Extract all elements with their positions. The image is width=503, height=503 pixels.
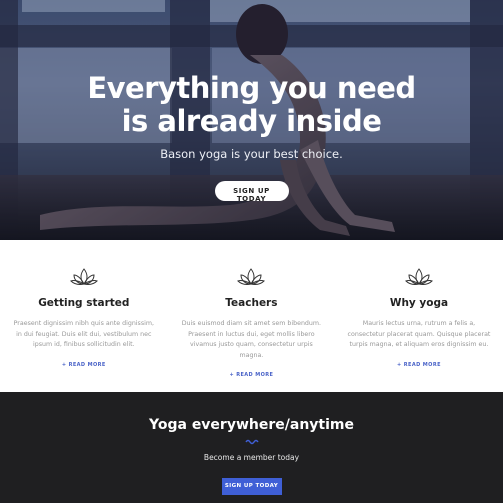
cta-section: Yoga everywhere/anytime Become a member … <box>0 392 503 503</box>
cta-subtitle: Become a member today <box>203 453 300 462</box>
lotus-icon <box>69 268 98 285</box>
read-more-label: READ MORE <box>68 361 106 368</box>
hero-title: Everything you need is already inside <box>0 72 503 138</box>
feature-title: Why yoga <box>389 297 449 309</box>
wave-divider-icon <box>244 439 259 445</box>
read-more-link[interactable]: + READ MORE <box>397 362 441 368</box>
feature-text: Praesent dignissim nibh quis ante dignis… <box>13 320 155 348</box>
feature-why-yoga: Why yoga Mauris lectus urna, rutrum a fe… <box>335 240 503 392</box>
hero-signup-button[interactable]: SIGN UP TODAY <box>214 181 289 203</box>
feature-text: Mauris lectus urna, rutrum a felis a, co… <box>347 320 491 348</box>
lotus-icon <box>405 268 433 285</box>
cta-title: Yoga everywhere/anytime <box>149 417 354 433</box>
read-more-label: READ MORE <box>236 372 274 378</box>
hero-subtitle: Bason yoga is your best choice. <box>160 147 343 161</box>
hero-title-line-1: Everything you need <box>87 71 416 105</box>
lotus-icon <box>237 268 266 285</box>
feature-title: Teachers <box>225 297 278 309</box>
feature-title: Getting started <box>38 297 130 309</box>
feature-text: Duis euismod diam sit amet sem bibendum.… <box>181 320 322 359</box>
feature-getting-started: Getting started Praesent dignissim nibh … <box>0 240 168 392</box>
cta-signup-button[interactable]: SIGN UP TODAY <box>221 478 282 495</box>
hero-section: Everything you need is already inside Ba… <box>0 0 503 240</box>
hero-title-line-2: is already inside <box>121 104 382 138</box>
features-section: Getting started Praesent dignissim nibh … <box>0 240 503 392</box>
hero-content: Everything you need is already inside Ba… <box>0 72 503 205</box>
read-more-label: READ MORE <box>403 361 441 368</box>
read-more-link[interactable]: + READ MORE <box>229 372 273 378</box>
read-more-link[interactable]: + READ MORE <box>62 362 106 368</box>
feature-teachers: Teachers Duis euismod diam sit amet sem … <box>168 240 336 392</box>
